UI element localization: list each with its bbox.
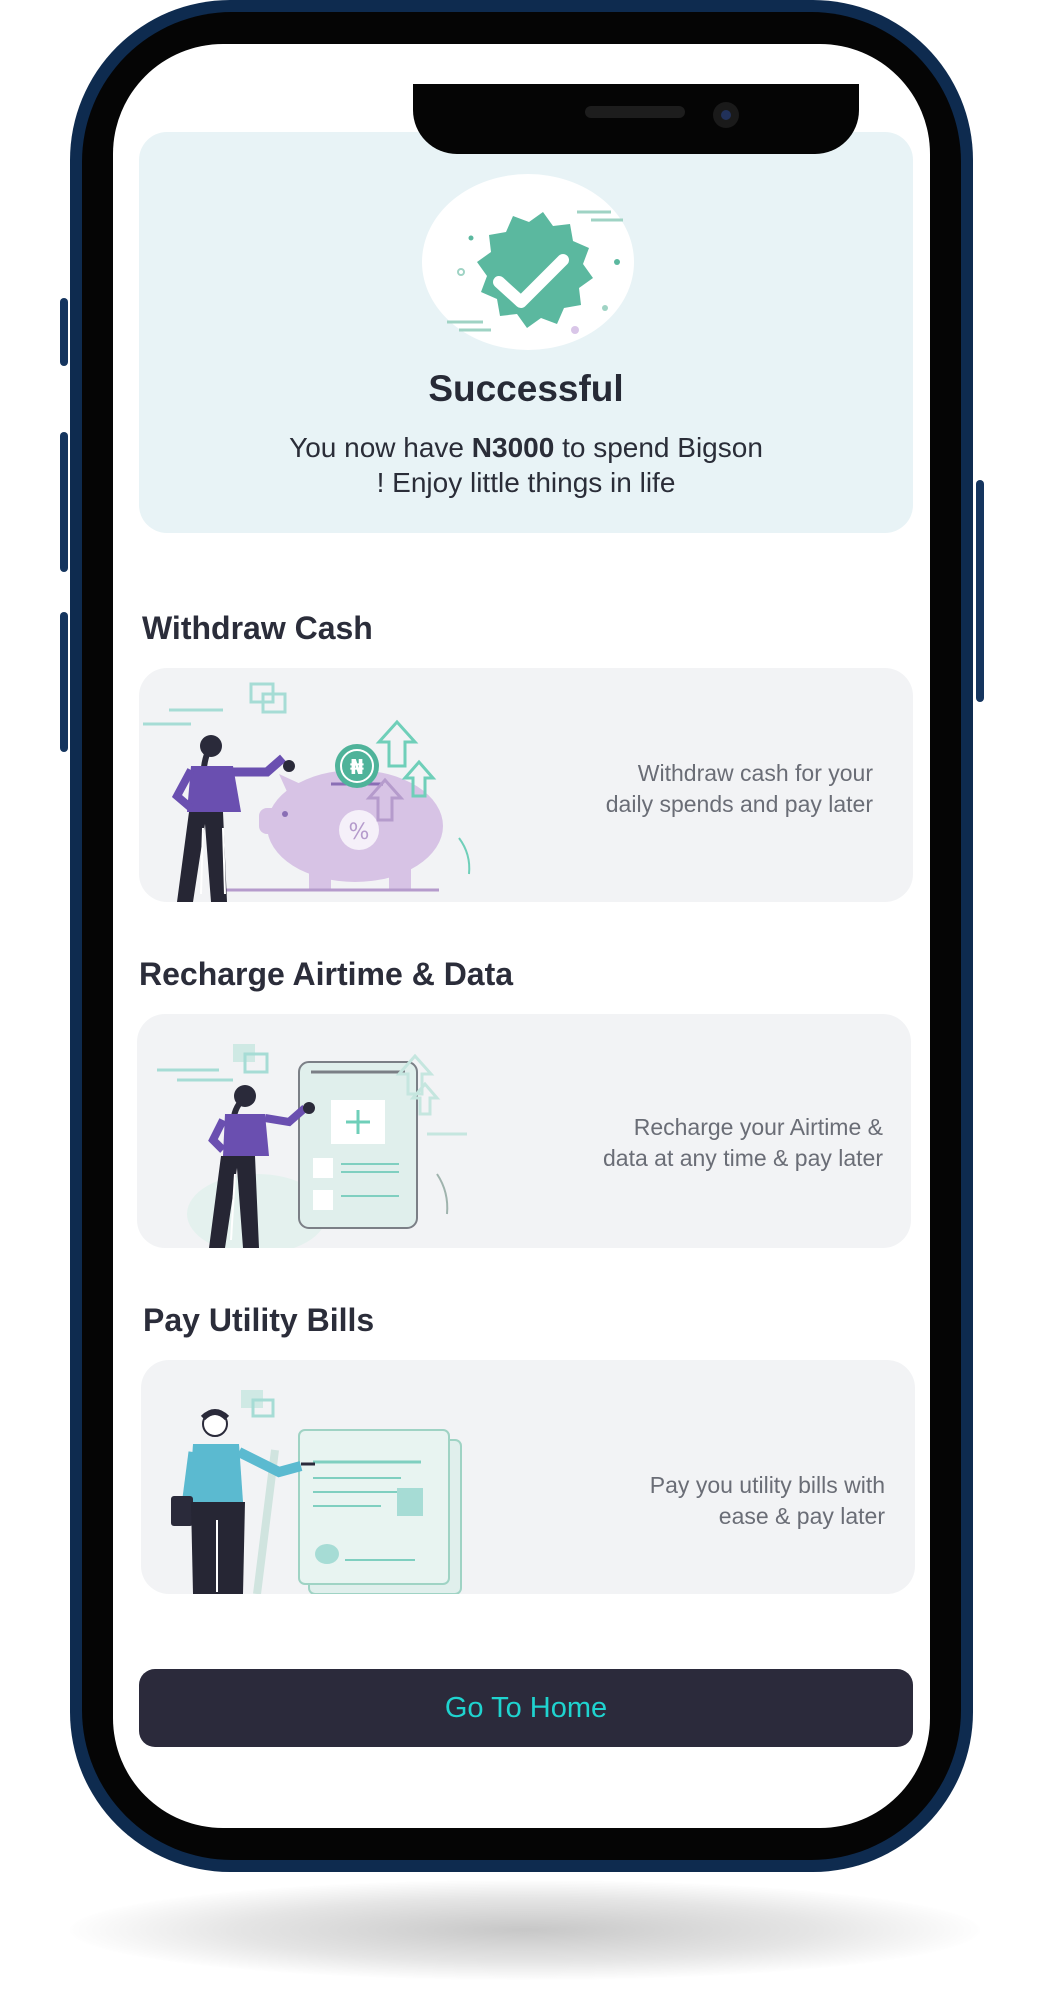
check-badge-icon (447, 210, 623, 334)
message-prefix: You now have (289, 432, 472, 463)
withdraw-desc-line2: daily spends and pay later (605, 791, 873, 817)
bills-description: Pay you utility bills with ease & pay la… (505, 1470, 885, 1532)
message-line2: ! Enjoy little things in life (376, 467, 676, 498)
mute-switch (60, 298, 68, 366)
withdraw-desc-line1: Withdraw cash for your (637, 760, 873, 786)
bills-desc-line1: Pay you utility bills with (649, 1472, 885, 1498)
utility-bills-card[interactable]: Pay you utility bills with ease & pay la… (141, 1360, 915, 1594)
recharge-description: Recharge your Airtime & data at any time… (503, 1112, 883, 1174)
phone-recharge-illustration (157, 1044, 467, 1248)
success-title: Successful (428, 368, 624, 409)
recharge-card[interactable]: Recharge your Airtime & data at any time… (137, 1014, 911, 1248)
amount: N3000 (471, 432, 555, 463)
success-card: Successful You now have N3000 to spend B… (139, 132, 913, 533)
front-camera (713, 102, 739, 128)
recharge-desc-line1: Recharge your Airtime & (633, 1114, 883, 1140)
recharge-desc-line2: data at any time & pay later (603, 1145, 883, 1171)
go-to-home-button[interactable]: Go To Home (139, 1669, 913, 1747)
piggy-percent-label: % (349, 820, 370, 845)
phone-shadow (70, 1880, 980, 1980)
section-title-bills: Pay Utility Bills (143, 1302, 375, 1338)
coin-naira-label: ₦ (350, 755, 364, 779)
phone-screen: Successful You now have N3000 to spend B… (113, 44, 930, 1828)
success-message: You now have N3000 to spend Bigson ! Enj… (219, 430, 833, 500)
section-title-withdraw: Withdraw Cash (142, 610, 373, 646)
volume-up-button (60, 432, 68, 572)
speaker-grille (585, 106, 685, 118)
section-title-recharge: Recharge Airtime & Data (139, 956, 514, 992)
power-button (976, 480, 984, 702)
phone-notch (413, 84, 859, 154)
volume-down-button (60, 612, 68, 752)
withdraw-description: Withdraw cash for your daily spends and … (493, 758, 873, 820)
bills-desc-line2: ease & pay later (718, 1503, 885, 1529)
piggy-bank-illustration: % ₦ (143, 682, 471, 902)
utility-bill-illustration (171, 1390, 462, 1594)
message-suffix: to spend Bigson (554, 432, 763, 463)
withdraw-cash-card[interactable]: % ₦ Withdraw cash for your daily spends … (139, 668, 913, 902)
